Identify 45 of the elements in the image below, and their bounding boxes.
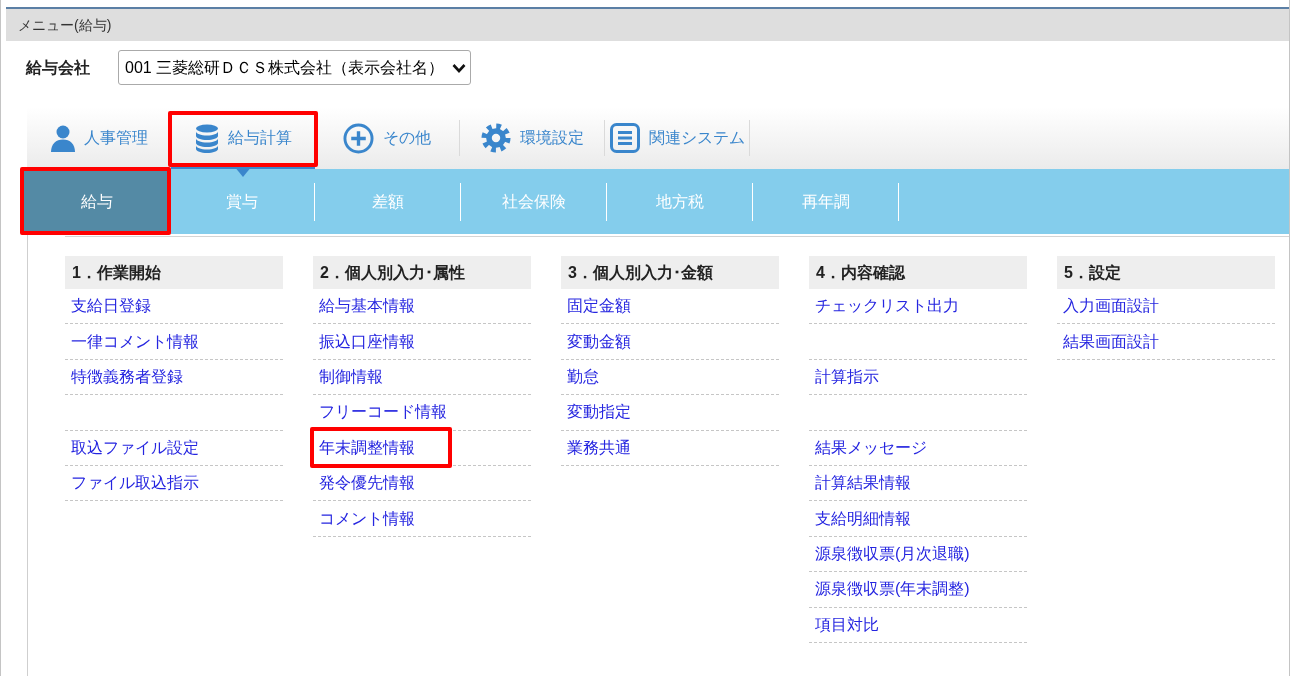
menu-item[interactable]: 結果メッセージ — [809, 430, 1027, 466]
menu-item[interactable]: 支給明細情報 — [809, 501, 1027, 537]
menu-item[interactable]: 変動金額 — [561, 324, 779, 360]
nav-tab[interactable]: 関連システム — [605, 107, 749, 169]
window-title: メニュー(給与) — [18, 18, 112, 32]
menu-item[interactable]: フリーコード情報 — [313, 395, 531, 431]
company-select[interactable]: 001 三菱総研ＤＣＳ株式会社（表示会社名） — [118, 50, 471, 85]
menu-item[interactable]: 年末調整情報 — [313, 430, 531, 466]
menu-item[interactable]: 業務共通 — [561, 430, 779, 466]
menu-item[interactable]: 固定金額 — [561, 289, 779, 325]
nav-tab[interactable]: 人事管理 — [27, 107, 171, 169]
menu-item[interactable]: 入力画面設計 — [1057, 289, 1275, 325]
menu-item[interactable]: 項目対比 — [809, 607, 1027, 643]
menu-item[interactable]: ファイル取込指示 — [65, 465, 283, 502]
menu-item[interactable]: 変動指定 — [561, 395, 779, 431]
menu-item[interactable]: 源泉徴収票(月次退職) — [809, 536, 1027, 573]
section-header: 3．個人別入力･金額 — [561, 256, 779, 289]
menu-item[interactable]: 振込口座情報 — [313, 324, 531, 360]
menu-item[interactable]: 取込ファイル設定 — [65, 430, 283, 466]
section-header: 5．設定 — [1057, 256, 1275, 289]
section-header: 4．内容確認 — [809, 256, 1027, 289]
plus-circle-icon — [343, 122, 374, 154]
nav-tab[interactable]: その他 — [315, 107, 459, 169]
database-icon — [194, 123, 219, 153]
menu-item[interactable]: 給与基本情報 — [313, 289, 531, 325]
person-icon — [50, 124, 75, 152]
nav-tab[interactable]: 環境設定 — [460, 107, 604, 169]
gear-icon — [480, 123, 511, 153]
section-header: 2．個人別入力･属性 — [313, 256, 531, 289]
menu-item[interactable]: チェックリスト出力 — [809, 289, 1027, 325]
company-label: 給与会社 — [26, 57, 91, 78]
list-document-icon — [609, 123, 640, 153]
section-header: 1．作業開始 — [65, 256, 283, 289]
menu-item[interactable]: 支給日登録 — [65, 289, 283, 325]
menu-item[interactable]: 計算結果情報 — [809, 465, 1027, 502]
menu-item[interactable]: 結果画面設計 — [1057, 324, 1275, 360]
menu-item[interactable]: 一律コメント情報 — [65, 324, 283, 360]
menu-item[interactable]: 源泉徴収票(年末調整) — [809, 572, 1027, 608]
menu-item[interactable]: 制御情報 — [313, 359, 531, 396]
menu-item[interactable]: 特徴義務者登録 — [65, 359, 283, 396]
chevron-down-icon — [452, 62, 466, 73]
menu-item[interactable]: 計算指示 — [809, 359, 1027, 396]
menu-item[interactable]: 発令優先情報 — [313, 465, 531, 502]
menu-item[interactable]: コメント情報 — [313, 501, 531, 537]
menu-item[interactable]: 勤怠 — [561, 359, 779, 396]
